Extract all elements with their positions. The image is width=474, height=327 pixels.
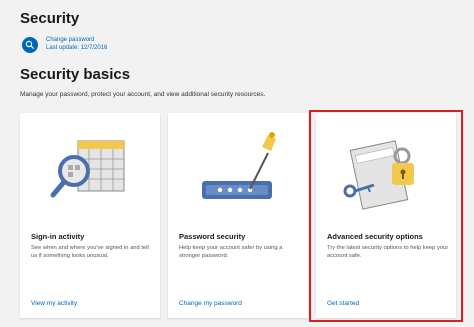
card-description: Help keep your account safer by using a … — [179, 245, 283, 259]
search-key-icon[interactable] — [22, 37, 38, 53]
section-description: Manage your password, protect your accou… — [20, 91, 266, 98]
page-title: Security — [20, 10, 80, 27]
highlight-box — [309, 110, 463, 322]
last-update-text: Last update: 12/7/2016 — [46, 45, 108, 51]
card-title: Password security — [179, 232, 246, 241]
calendar-magnifier-icon — [50, 140, 125, 198]
change-my-password-link[interactable]: Change my password — [179, 300, 242, 307]
change-password-link[interactable]: Change password — [46, 37, 94, 43]
card-sign-in-activity: Sign-in activity See when and where you'… — [20, 113, 160, 318]
card-title: Sign-in activity — [31, 232, 85, 241]
card-description: See when and where you've signed in and … — [31, 245, 149, 259]
password-pen-icon — [202, 132, 276, 199]
card-password-security: Password security Help keep your account… — [168, 113, 308, 318]
view-my-activity-link[interactable]: View my activity — [31, 300, 77, 307]
section-title: Security basics — [20, 66, 131, 83]
